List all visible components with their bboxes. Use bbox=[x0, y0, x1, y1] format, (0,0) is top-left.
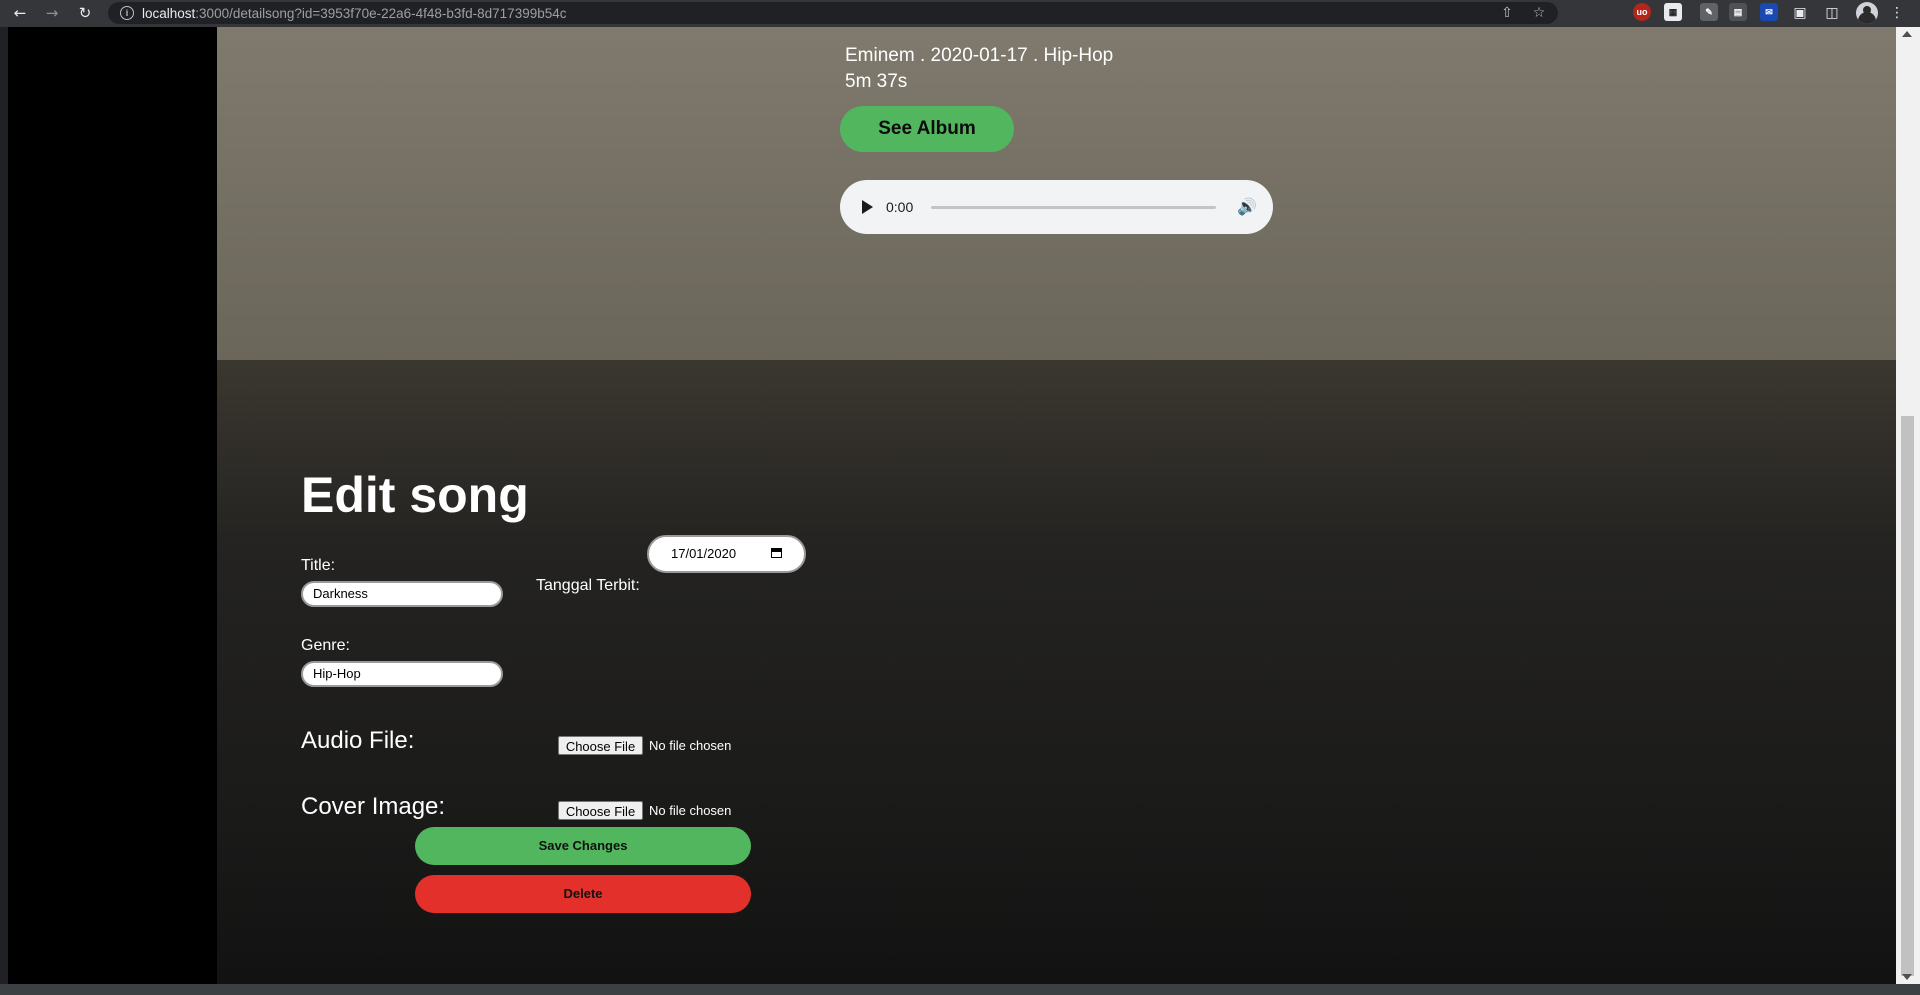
forward-arrow-icon[interactable]: → bbox=[42, 3, 62, 23]
audio-file-label: Audio File: bbox=[301, 727, 415, 754]
song-meta-line: Eminem . 2020-01-17 . Hip-Hop bbox=[845, 45, 1114, 66]
reload-icon[interactable]: ↻ bbox=[75, 3, 95, 23]
song-duration: 5m 37s bbox=[845, 71, 908, 92]
play-icon[interactable] bbox=[862, 200, 873, 214]
page-viewport: Eminem . 2020-01-17 . Hip-Hop 5m 37s See… bbox=[8, 27, 1896, 984]
release-date-label: Tanggal Terbit: bbox=[536, 577, 640, 594]
save-changes-button[interactable]: Save Changes bbox=[415, 827, 751, 865]
volume-icon[interactable]: 🔊 bbox=[1237, 197, 1257, 217]
document-extension-icon[interactable]: ▤ bbox=[1729, 3, 1747, 21]
sidebar bbox=[8, 27, 217, 984]
address-bar[interactable]: i localhost:3000/detailsong?id=3953f70e-… bbox=[108, 2, 1558, 24]
site-info-icon[interactable]: i bbox=[120, 6, 134, 20]
scroll-down-arrow-icon[interactable] bbox=[1902, 974, 1912, 980]
url-path: :3000/detailsong?id=3953f70e-22a6-4f48-b… bbox=[195, 6, 567, 21]
cover-file-status: No file chosen bbox=[649, 803, 732, 818]
extensions-icon[interactable]: ▣ bbox=[1791, 5, 1809, 21]
main-content: Eminem . 2020-01-17 . Hip-Hop 5m 37s See… bbox=[217, 27, 1896, 984]
audio-choose-file-button[interactable]: Choose File bbox=[558, 736, 643, 755]
url-text[interactable]: localhost:3000/detailsong?id=3953f70e-22… bbox=[142, 6, 567, 21]
edit-song-heading: Edit song bbox=[301, 467, 529, 523]
delete-button[interactable]: Delete bbox=[415, 875, 751, 913]
cover-image-label: Cover Image: bbox=[301, 793, 446, 820]
bookmark-star-icon[interactable]: ☆ bbox=[1530, 5, 1548, 21]
genre-input[interactable]: Hip-Hop bbox=[301, 661, 503, 687]
release-date-value: 17/01/2020 bbox=[671, 546, 737, 561]
release-date-input[interactable]: 17/01/2020 bbox=[647, 535, 806, 573]
side-panel-icon[interactable]: ◫ bbox=[1823, 5, 1841, 21]
audio-progress-track[interactable] bbox=[931, 206, 1216, 209]
share-icon[interactable]: ⇧ bbox=[1498, 5, 1516, 21]
browser-toolbar: ← → ↻ i localhost:3000/detailsong?id=395… bbox=[0, 0, 1920, 27]
genre-label: Genre: bbox=[301, 637, 350, 654]
profile-avatar[interactable] bbox=[1856, 2, 1878, 24]
title-input[interactable]: Darkness bbox=[301, 581, 503, 607]
cover-choose-file-button[interactable]: Choose File bbox=[558, 801, 643, 820]
see-album-button[interactable]: See Album bbox=[840, 106, 1014, 152]
url-host: localhost bbox=[142, 6, 196, 21]
song-hero: Eminem . 2020-01-17 . Hip-Hop 5m 37s See… bbox=[217, 27, 1896, 360]
more-menu-icon[interactable]: ⋮ bbox=[1888, 5, 1906, 21]
scroll-thumb[interactable] bbox=[1901, 416, 1914, 976]
page-scrollbar[interactable] bbox=[1896, 27, 1920, 984]
qr-extension-icon[interactable]: ▦ bbox=[1664, 3, 1682, 21]
pen-extension-icon[interactable]: ✎ bbox=[1700, 3, 1718, 21]
audio-file-status: No file chosen bbox=[649, 738, 732, 753]
song-meta: Eminem . 2020-01-17 . Hip-Hop 5m 37s bbox=[845, 43, 1113, 95]
audio-time: 0:00 bbox=[886, 199, 914, 215]
title-label: Title: bbox=[301, 557, 336, 574]
scroll-up-arrow-icon[interactable] bbox=[1902, 31, 1912, 37]
back-arrow-icon[interactable]: ← bbox=[10, 3, 30, 23]
ublock-extension-icon[interactable]: uo bbox=[1633, 3, 1651, 21]
audio-player: 0:00 🔊 bbox=[840, 180, 1273, 234]
calendar-icon[interactable] bbox=[771, 548, 782, 558]
bottom-strip bbox=[0, 984, 1920, 995]
mail-extension-icon[interactable]: ✉ bbox=[1760, 3, 1778, 21]
